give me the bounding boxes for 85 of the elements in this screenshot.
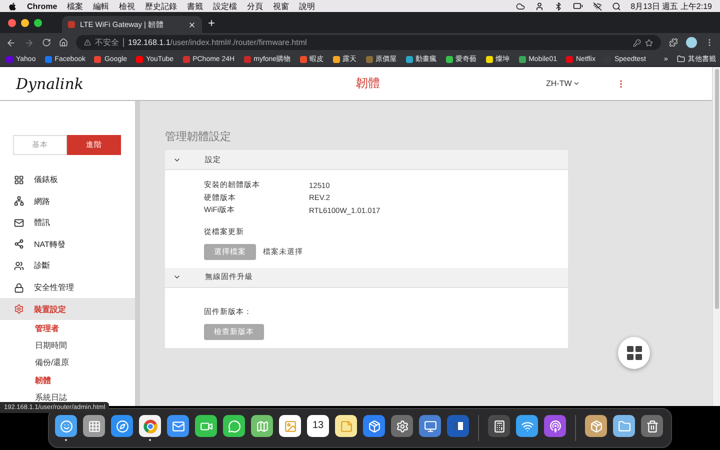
avatar-icon[interactable]: [686, 37, 697, 48]
folder-icon[interactable]: [613, 415, 635, 437]
nav-item[interactable]: NAT轉發: [0, 234, 135, 256]
bluetooth-icon[interactable]: [554, 2, 563, 10]
menu-item[interactable]: 視窗: [273, 0, 290, 12]
nav-item[interactable]: 儀錶板: [0, 169, 135, 191]
zoom-button[interactable]: [34, 18, 42, 26]
caret-icon: [572, 80, 580, 87]
video-icon[interactable]: [195, 415, 217, 437]
share-icon: [14, 239, 24, 250]
url-text: 192.168.1.1/user/index.html#./router/firmware.html: [123, 38, 307, 47]
search-icon[interactable]: [612, 2, 621, 10]
wifi-icon[interactable]: [516, 415, 538, 437]
star-icon[interactable]: [645, 38, 653, 46]
compass-icon[interactable]: [111, 415, 133, 437]
forward-icon[interactable]: [24, 38, 34, 48]
nav-item[interactable]: 裝置設定: [0, 298, 135, 320]
menu-item[interactable]: 分頁: [247, 0, 264, 12]
finder-icon[interactable]: [55, 415, 77, 437]
network-icon: [14, 196, 24, 206]
settings-icon: [14, 304, 24, 314]
security-label: 不安全: [95, 37, 119, 48]
new-tab-button[interactable]: +: [208, 16, 216, 30]
nav-subitem[interactable]: 管理者: [0, 320, 135, 338]
menu-clock[interactable]: 8月13日 週五 上午2:19: [630, 0, 712, 12]
grid-button[interactable]: [618, 337, 650, 369]
menu-item[interactable]: Chrome: [27, 2, 58, 10]
cloud-icon[interactable]: [516, 2, 525, 10]
wifi-off-icon[interactable]: [592, 2, 602, 10]
menu-item[interactable]: 設定檔: [213, 0, 238, 12]
reload-icon[interactable]: [42, 38, 51, 47]
package-icon[interactable]: [585, 415, 607, 437]
grid-icon: [626, 346, 642, 360]
nav-item[interactable]: 網路: [0, 190, 135, 212]
calendar-day: 13: [312, 421, 324, 431]
user-icon[interactable]: [534, 2, 544, 10]
nav-item[interactable]: 安全性管理: [0, 276, 135, 298]
home-icon[interactable]: [59, 38, 68, 47]
scrollbar[interactable]: [714, 69, 718, 309]
photos-icon[interactable]: [279, 415, 301, 437]
apple-icon[interactable]: [8, 2, 17, 10]
battery-icon[interactable]: [572, 1, 583, 11]
nav-subitem[interactable]: 備份/還原: [0, 354, 135, 372]
nav-subitem[interactable]: 韌體: [0, 372, 135, 389]
settings-icon[interactable]: [391, 415, 413, 437]
grid-icon: [14, 174, 24, 185]
nav-item[interactable]: 診斷: [0, 255, 135, 277]
nav-item[interactable]: 體訊: [0, 212, 135, 234]
warning-icon: [84, 39, 91, 46]
back-icon[interactable]: [6, 38, 16, 48]
chat-icon[interactable]: [223, 415, 245, 437]
language-select[interactable]: ZH-TW: [546, 79, 616, 88]
users-icon: [14, 260, 24, 271]
menu-item[interactable]: 編輯: [93, 0, 110, 12]
puzzle-icon[interactable]: [669, 38, 678, 47]
menu-item[interactable]: 說明: [299, 0, 316, 12]
podcast-icon[interactable]: [544, 415, 566, 437]
page-title: 韌體: [356, 75, 381, 92]
trash-icon[interactable]: [641, 415, 663, 437]
app-store-icon[interactable]: [363, 415, 385, 437]
monitor-icon[interactable]: [419, 415, 441, 437]
address-bar[interactable]: 不安全 192.168.1.1/user/index.html#./router/firmware.html: [76, 35, 661, 50]
key-icon[interactable]: [633, 38, 641, 46]
close-button[interactable]: [8, 18, 16, 26]
menu-item[interactable]: 檔案: [67, 0, 84, 12]
section-heading: 管理韌體設定: [165, 130, 232, 144]
close-icon[interactable]: [188, 20, 196, 28]
nav-subitem[interactable]: 日期時間: [0, 337, 135, 354]
menu-item[interactable]: 歷史記錄: [145, 0, 178, 12]
chrome-icon[interactable]: [139, 415, 161, 437]
menu-item[interactable]: 檢視: [119, 0, 136, 12]
mail-icon[interactable]: [167, 415, 189, 437]
notes-icon[interactable]: [335, 415, 357, 437]
grid-icon[interactable]: [83, 415, 105, 437]
calendar-icon[interactable]: 13: [307, 415, 329, 437]
logo: Dynalink: [16, 74, 84, 92]
folder-icon: [676, 55, 685, 63]
minimize-button[interactable]: [21, 18, 29, 26]
mail-icon: [14, 218, 24, 228]
lock-icon: [14, 282, 24, 292]
calculator-icon[interactable]: [488, 415, 510, 437]
menu-item[interactable]: 書籤: [187, 0, 204, 12]
tab-favicon: [68, 21, 75, 28]
map-icon[interactable]: [251, 415, 273, 437]
chevron-icon: [173, 273, 181, 281]
